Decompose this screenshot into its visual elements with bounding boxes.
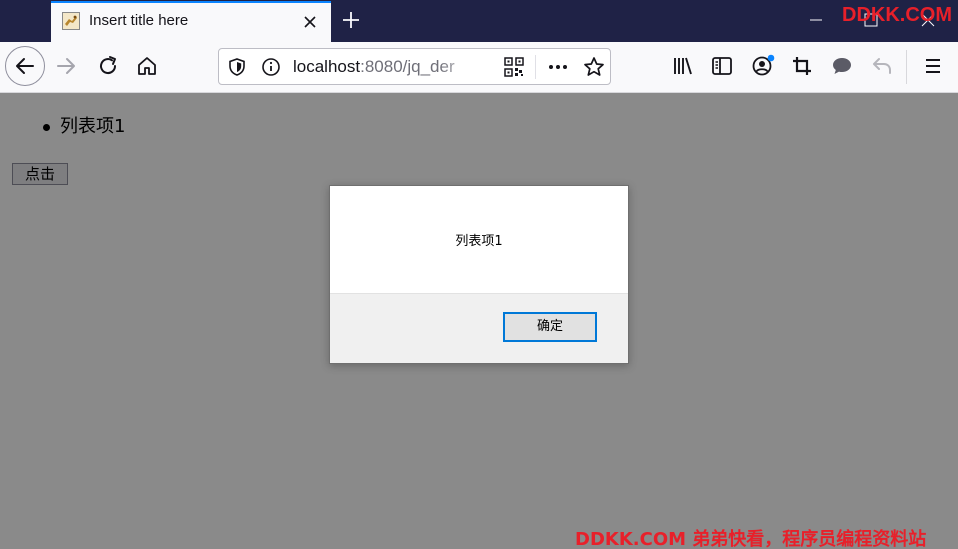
url-host: localhost: [293, 57, 361, 76]
tab-title: Insert title here: [89, 12, 189, 29]
shield-icon[interactable]: [227, 57, 247, 77]
dialog-footer: 确定: [330, 293, 628, 363]
tab-active[interactable]: Insert title here: [51, 1, 331, 42]
minimize-icon[interactable]: [808, 12, 824, 28]
dialog-message: 列表项1: [455, 234, 503, 249]
ok-button[interactable]: 确定: [503, 312, 597, 342]
sidebar-icon[interactable]: [710, 54, 734, 78]
more-icon[interactable]: [547, 57, 569, 77]
navigation-toolbar: localhost:8080/jq_der: [0, 42, 958, 93]
watermark-top: DDKK.COM: [842, 4, 952, 26]
url-separator: [535, 55, 536, 79]
browser-window: Insert title here DDKK.COM localhost:808…: [0, 0, 958, 549]
qr-code-icon[interactable]: [504, 57, 524, 77]
crop-icon[interactable]: [790, 54, 814, 78]
home-icon[interactable]: [135, 54, 159, 78]
arrow-right-icon[interactable]: [54, 54, 78, 78]
watermark-bottom: DDKK.COM 弟弟快看，程序员编程资料站: [575, 529, 927, 549]
reload-icon[interactable]: [96, 54, 120, 78]
plus-icon[interactable]: [340, 9, 362, 31]
toolbar-separator: [906, 50, 907, 84]
url-fade: [439, 51, 479, 83]
menu-icon[interactable]: [921, 54, 945, 78]
tab-close-icon[interactable]: [299, 11, 321, 33]
star-icon[interactable]: [583, 56, 605, 78]
undo-icon[interactable]: [870, 54, 894, 78]
info-icon[interactable]: [261, 57, 281, 77]
chat-icon[interactable]: [830, 54, 854, 78]
arrow-left-icon[interactable]: [5, 46, 45, 86]
tab-strip: Insert title here DDKK.COM: [0, 0, 958, 42]
tomcat-favicon-icon: [62, 12, 80, 30]
dialog-body: 列表项1: [330, 186, 628, 293]
alert-dialog: 列表项1 确定: [329, 185, 629, 364]
url-bar[interactable]: localhost:8080/jq_der: [218, 48, 611, 85]
library-icon[interactable]: [671, 54, 695, 78]
account-icon[interactable]: [751, 54, 775, 78]
page-viewport: 列表项1 点击 列表项1 确定: [0, 93, 958, 549]
